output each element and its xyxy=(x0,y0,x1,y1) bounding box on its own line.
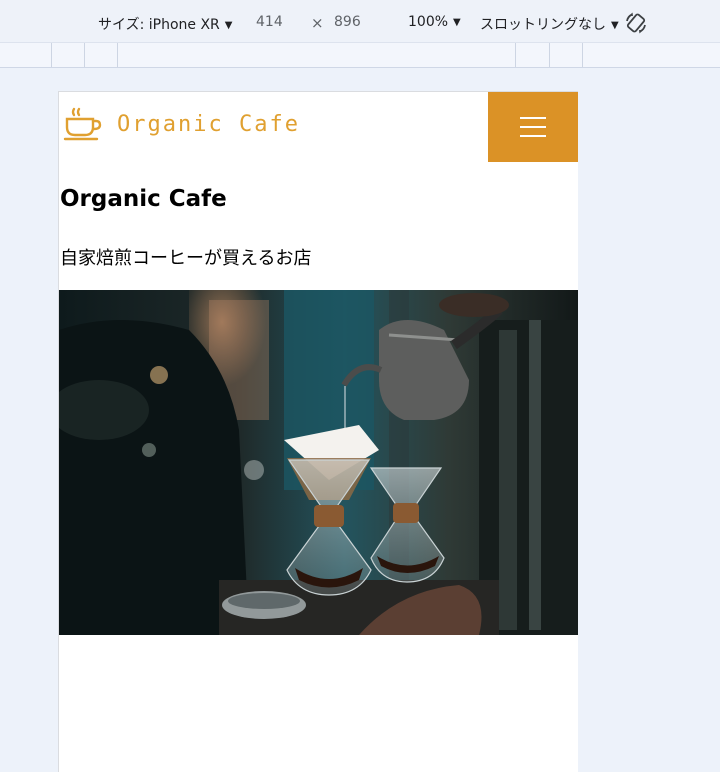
device-select[interactable]: サイズ: iPhone XR ▼ xyxy=(98,14,232,34)
site-header: Organic Cafe xyxy=(59,92,578,162)
throttling-label: スロットリングなし xyxy=(480,17,606,33)
device-viewport: Organic Cafe Organic Cafe 自家焙煎コーヒーが買えるお店 xyxy=(58,91,578,772)
throttling-select[interactable]: スロットリングなし ▼ xyxy=(480,14,619,34)
page-title: Organic Cafe xyxy=(60,186,227,212)
height-input[interactable]: 896 xyxy=(334,14,361,30)
width-input[interactable]: 414 xyxy=(256,14,283,30)
coffee-cup-icon xyxy=(63,107,102,141)
dimension-separator: × xyxy=(311,14,324,32)
hamburger-icon xyxy=(520,110,546,144)
media-query-marker[interactable] xyxy=(117,43,118,67)
media-query-marker[interactable] xyxy=(582,43,583,67)
hero-image xyxy=(59,290,578,635)
chevron-down-icon: ▼ xyxy=(224,20,233,31)
media-query-marker[interactable] xyxy=(84,43,85,67)
device-toolbar: サイズ: iPhone XR ▼ 414 × 896 100% ▼ スロットリングな… xyxy=(0,0,720,42)
media-query-marker[interactable] xyxy=(549,43,550,67)
site-logo[interactable]: Organic Cafe xyxy=(63,104,300,144)
page-subtitle: 自家焙煎コーヒーが買えるお店 xyxy=(60,248,312,269)
zoom-label: 100% xyxy=(408,14,449,30)
logo-text: Organic Cafe xyxy=(117,111,300,137)
media-query-bar[interactable] xyxy=(0,42,720,68)
chevron-down-icon: ▼ xyxy=(611,20,619,31)
media-query-marker[interactable] xyxy=(515,43,516,67)
device-label: サイズ: iPhone XR xyxy=(98,17,220,33)
chevron-down-icon: ▼ xyxy=(453,17,461,28)
rotate-icon[interactable] xyxy=(624,11,648,35)
media-query-marker[interactable] xyxy=(51,43,52,67)
menu-button[interactable] xyxy=(488,92,578,162)
zoom-select[interactable]: 100% ▼ xyxy=(408,14,461,30)
